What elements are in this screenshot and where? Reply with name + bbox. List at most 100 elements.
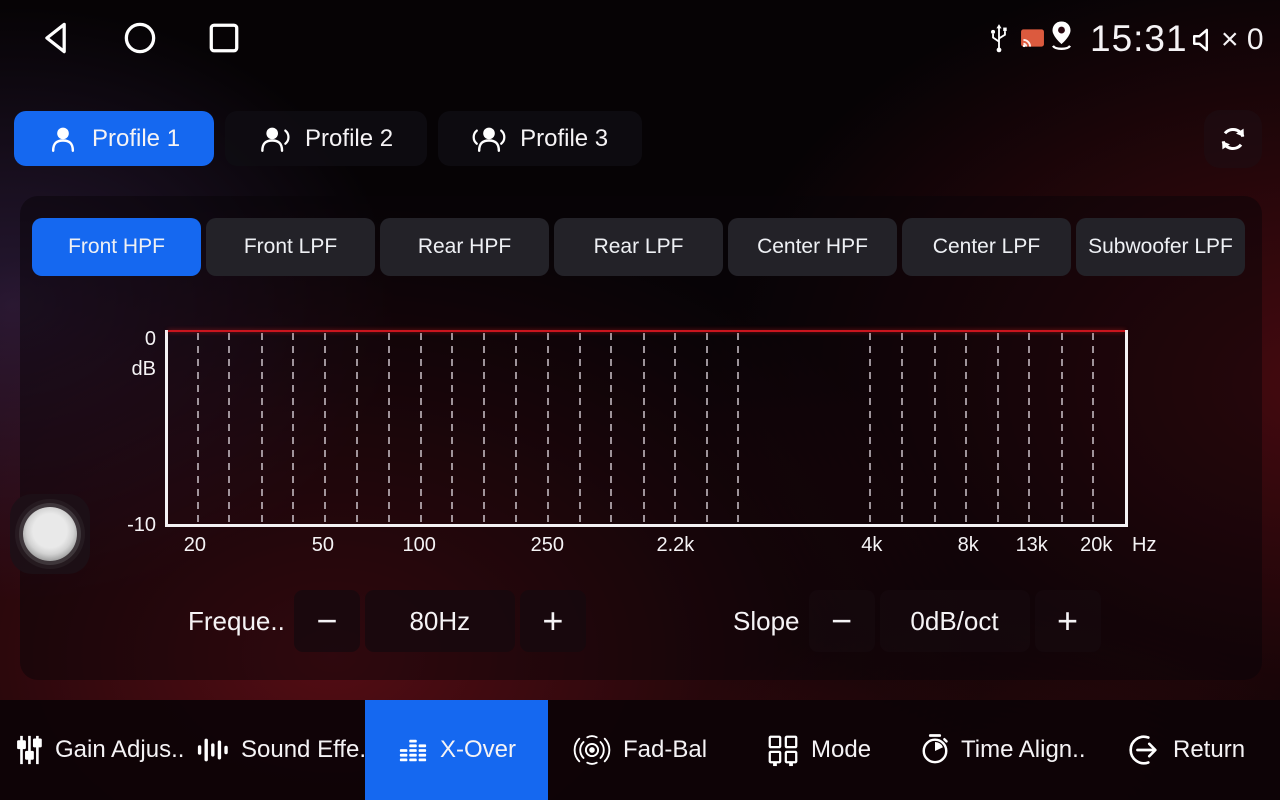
nav-item-mode[interactable]: Mode: [766, 700, 871, 800]
nav-item-label: Gain Adjus..: [55, 736, 184, 764]
chart-gridline: [1028, 333, 1030, 522]
chart-gridline: [674, 333, 676, 522]
nav-item-sound-effe[interactable]: Sound Effe..: [196, 700, 373, 800]
filter-tab-bar: Front HPF Front LPF Rear HPF Rear LPF Center…: [32, 218, 1245, 276]
frequency-value: 80Hz: [365, 590, 515, 652]
x-axis-unit: Hz: [1132, 534, 1156, 557]
location-icon: [1048, 20, 1075, 51]
filter-tab-center-lpf[interactable]: Center LPF: [902, 218, 1071, 276]
chart-gridline: [1061, 333, 1063, 522]
back-icon[interactable]: [36, 18, 76, 58]
filter-tab-subwoofer-lpf[interactable]: Subwoofer LPF: [1076, 218, 1245, 276]
y-axis-label: dB: [110, 358, 156, 381]
usb-icon: [988, 22, 1010, 54]
x-tick-label: 50: [312, 534, 334, 557]
mixer-icon: [14, 734, 44, 766]
x-tick-label: 250: [531, 534, 564, 557]
x-tick-label: 2.2k: [656, 534, 694, 557]
chart-gridline: [579, 333, 581, 522]
home-icon[interactable]: [120, 18, 160, 58]
person-icon: [48, 124, 78, 154]
sync-icon: [1216, 122, 1250, 156]
filter-tab-front-lpf[interactable]: Front LPF: [206, 218, 375, 276]
slope-value: 0dB/oct: [880, 590, 1030, 652]
x-tick-label: 13k: [1016, 534, 1048, 557]
chart-gridline: [965, 333, 967, 522]
profile-tab-label: Profile 3: [520, 125, 608, 153]
nav-item-label: Return: [1173, 736, 1245, 764]
profile-tab-2[interactable]: Profile 2: [225, 111, 427, 166]
chart-gridline: [934, 333, 936, 522]
y-tick-0db: 0: [116, 328, 156, 351]
slope-plus-button[interactable]: +: [1035, 590, 1101, 652]
chart-gridline: [706, 333, 708, 522]
profile-tabs: Profile 1 Profile 2 Profile 3: [14, 111, 642, 166]
x-tick-label: 4k: [861, 534, 882, 557]
x-tick-label: 8k: [958, 534, 979, 557]
frequency-response-plot: [165, 330, 1128, 527]
grid-icon: [766, 733, 800, 767]
chart-gridline: [388, 333, 390, 522]
filter-tab-label: Front LPF: [244, 235, 337, 259]
chart-gridline: [483, 333, 485, 522]
volume-status: × 0: [1190, 23, 1264, 57]
chart-gridline: [356, 333, 358, 522]
profile-tab-label: Profile 1: [92, 125, 180, 153]
nav-item-x-over[interactable]: X-Over: [365, 700, 548, 800]
nav-item-return[interactable]: Return: [1128, 700, 1245, 800]
response-curve: [168, 330, 1125, 332]
slope-label: Slope: [733, 606, 800, 637]
chart-gridline: [292, 333, 294, 522]
equalizer-icon: [397, 735, 429, 765]
filter-tab-label: Center LPF: [933, 235, 1040, 259]
filter-tab-front-hpf[interactable]: Front HPF: [32, 218, 201, 276]
filter-tab-label: Front HPF: [68, 235, 165, 259]
surround-icon: [572, 734, 612, 766]
y-tick-minus10db: -10: [106, 514, 156, 537]
floating-knob-button[interactable]: [10, 494, 90, 574]
nav-item-label: Sound Effe..: [241, 736, 373, 764]
chart-gridline: [261, 333, 263, 522]
volume-level: × 0: [1221, 23, 1264, 57]
profile-tab-3[interactable]: Profile 3: [438, 111, 642, 166]
person-3-icon: [472, 124, 506, 154]
profile-tab-label: Profile 2: [305, 125, 393, 153]
frequency-minus-button[interactable]: −: [294, 590, 360, 652]
slope-minus-button[interactable]: −: [809, 590, 875, 652]
stopwatch-icon: [920, 733, 950, 767]
filter-tab-label: Rear HPF: [418, 235, 511, 259]
chart-gridline: [737, 333, 739, 522]
wave-icon: [196, 734, 230, 766]
chart-gridline: [515, 333, 517, 522]
nav-item-gain-adjus[interactable]: Gain Adjus..: [14, 700, 184, 800]
filter-tab-rear-hpf[interactable]: Rear HPF: [380, 218, 549, 276]
knob-disc: [23, 507, 77, 561]
frequency-label: Freque..: [188, 606, 285, 637]
chart-gridline: [1092, 333, 1094, 522]
x-tick-label: 20: [184, 534, 206, 557]
filter-tab-rear-lpf[interactable]: Rear LPF: [554, 218, 723, 276]
chart-gridline: [610, 333, 612, 522]
nav-item-time-align[interactable]: Time Align..: [920, 700, 1086, 800]
chart-gridline: [324, 333, 326, 522]
recents-icon[interactable]: [204, 18, 244, 58]
nav-item-label: X-Over: [440, 736, 516, 764]
x-tick-label: 20k: [1080, 534, 1112, 557]
chart-gridline: [869, 333, 871, 522]
chart-gridline: [643, 333, 645, 522]
filter-tab-label: Center HPF: [757, 235, 868, 259]
slope-control: Slope − 0dB/oct +: [733, 590, 1101, 652]
chart-gridline: [420, 333, 422, 522]
filter-tab-label: Subwoofer LPF: [1088, 235, 1233, 259]
frequency-control: Freque.. − 80Hz +: [188, 590, 586, 652]
nav-item-fad-bal[interactable]: Fad-Bal: [572, 700, 707, 800]
chart-gridline: [547, 333, 549, 522]
chart-gridline: [901, 333, 903, 522]
profile-tab-1[interactable]: Profile 1: [14, 111, 214, 166]
chart-gridline: [451, 333, 453, 522]
filter-tab-label: Rear LPF: [594, 235, 684, 259]
reset-button[interactable]: [1204, 110, 1262, 168]
frequency-plus-button[interactable]: +: [520, 590, 586, 652]
nav-item-label: Time Align..: [961, 736, 1086, 764]
filter-tab-center-hpf[interactable]: Center HPF: [728, 218, 897, 276]
